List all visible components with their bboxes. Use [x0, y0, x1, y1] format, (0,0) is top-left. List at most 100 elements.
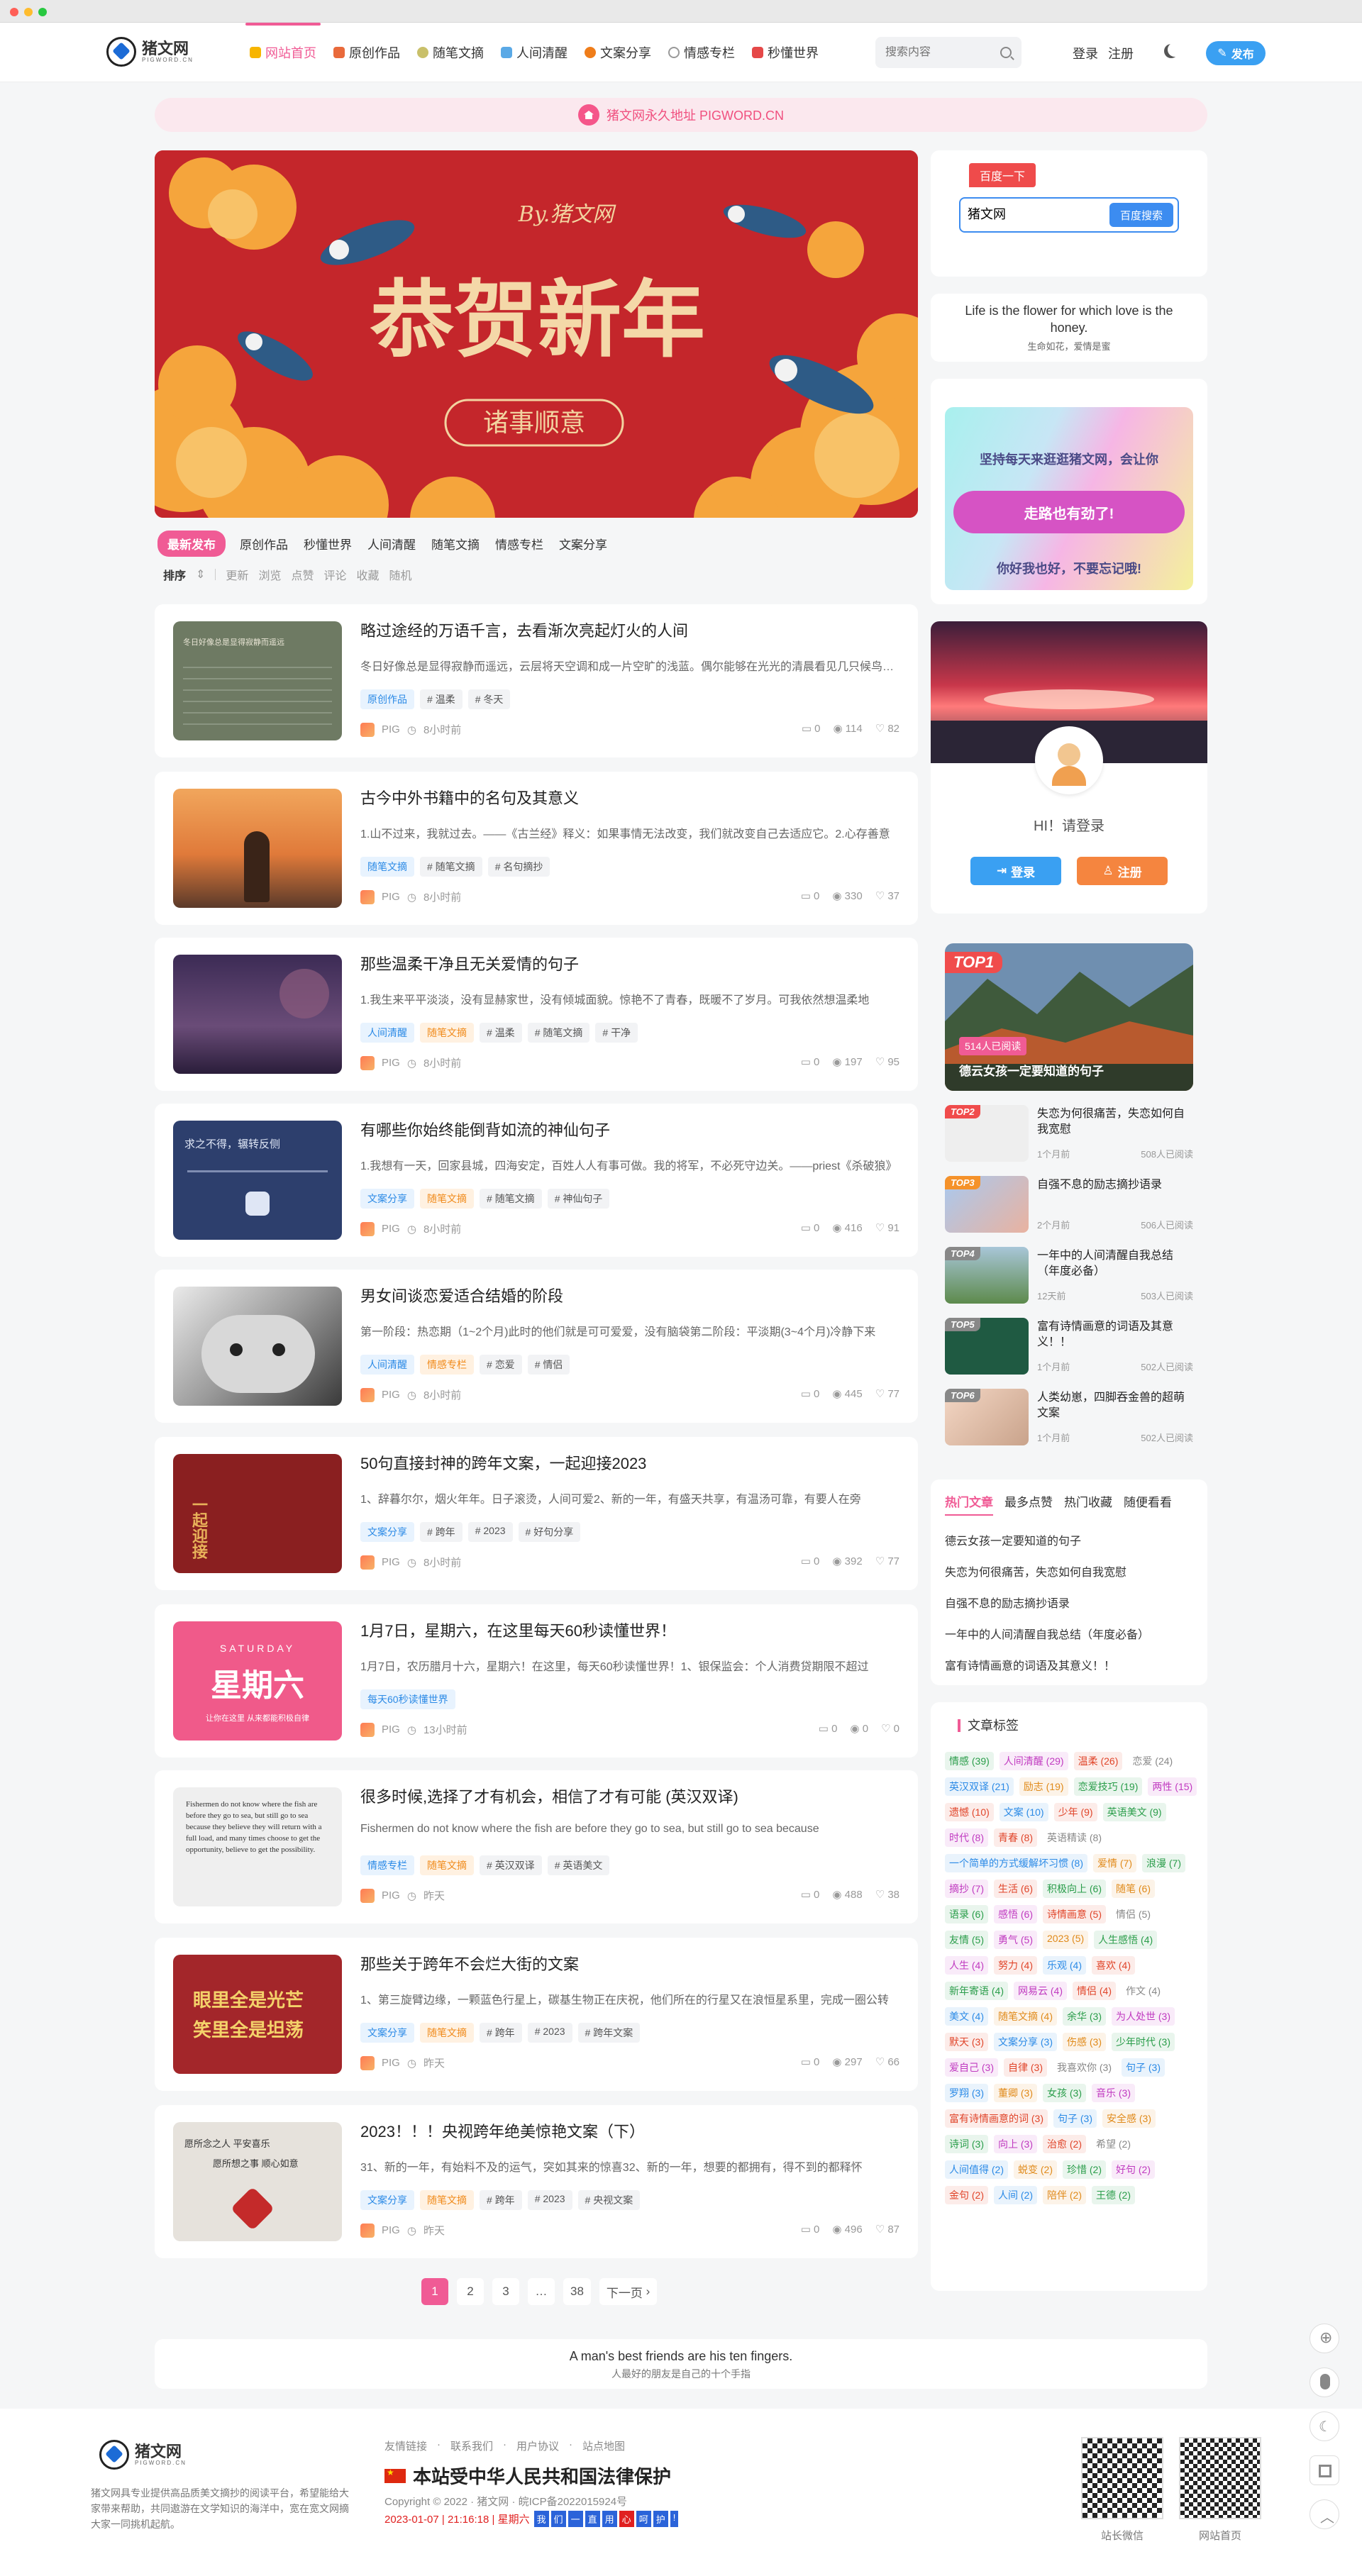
- category-tag[interactable]: 情感专栏: [420, 1355, 474, 1375]
- cat-latest[interactable]: 最新发布: [157, 531, 226, 557]
- footer-link[interactable]: 联系我们: [450, 2438, 493, 2453]
- author-avatar[interactable]: [360, 1888, 375, 1903]
- tag-cloud-item[interactable]: 两性 (15): [1148, 1777, 1197, 1796]
- author-name[interactable]: PIG: [382, 891, 400, 903]
- tab-likes[interactable]: 最多点赞: [1004, 1492, 1053, 1516]
- nav-original[interactable]: 原创作品: [333, 23, 400, 82]
- author-avatar[interactable]: [360, 889, 375, 904]
- nav-copy[interactable]: 文案分享: [585, 23, 651, 82]
- tag[interactable]: # 随笔文摘: [420, 857, 482, 877]
- post-thumbnail[interactable]: SATURDAY 星期六 让你在这里 从来都能积极自律: [173, 1621, 342, 1741]
- post-thumbnail[interactable]: [173, 1287, 342, 1406]
- tag-cloud-item[interactable]: 少年 (9): [1053, 1803, 1097, 1821]
- author-avatar[interactable]: [360, 1387, 375, 1402]
- post-card[interactable]: 冬日好像总是显得寂静而遥远 略过途经的万语千言，去看渐次亮起灯火的人间 冬日好像…: [155, 604, 918, 757]
- tag-cloud-item[interactable]: 诗词 (3): [945, 2135, 988, 2153]
- like-count[interactable]: ♡ 37: [875, 889, 899, 902]
- tag-cloud-item[interactable]: 英汉双译 (21): [945, 1777, 1014, 1796]
- post-thumbnail[interactable]: [173, 955, 342, 1074]
- tag-cloud-item[interactable]: 罗翔 (3): [945, 2084, 988, 2102]
- cat-sober[interactable]: 人间清醒: [366, 531, 417, 557]
- tab-hot[interactable]: 热门文章: [945, 1492, 993, 1516]
- hero-banner[interactable]: By.猪文网 恭贺新年 诸事顺意: [155, 150, 918, 518]
- cat-original[interactable]: 原创作品: [238, 531, 289, 557]
- page-2[interactable]: 2: [457, 2278, 484, 2305]
- post-card[interactable]: SATURDAY 星期六 让你在这里 从来都能积极自律 1月7日，星期六，在这里…: [155, 1604, 918, 1758]
- nav-emotion[interactable]: 情感专栏: [668, 23, 735, 82]
- post-title[interactable]: 1月7日，星期六，在这里每天60秒读懂世界！: [360, 1619, 676, 1641]
- sort-random[interactable]: 随机: [389, 566, 412, 583]
- tag-cloud-item[interactable]: 遗憾 (10): [945, 1803, 994, 1821]
- author-avatar[interactable]: [360, 2223, 375, 2238]
- tag[interactable]: # 随笔文摘: [527, 1023, 590, 1043]
- tag-cloud-item[interactable]: 安全感 (3): [1102, 2109, 1156, 2128]
- tag-cloud-item[interactable]: 努力 (4): [994, 1956, 1037, 1975]
- nav-sober[interactable]: 人间清醒: [501, 23, 568, 82]
- tag-cloud-item[interactable]: 女孩 (3): [1043, 2084, 1086, 2102]
- top-post-row[interactable]: TOP3 自强不息的励志摘抄语录 2个月前 506人已阅读: [945, 1176, 1193, 1236]
- tag-cloud-item[interactable]: 时代 (8): [945, 1828, 988, 1847]
- category-tag[interactable]: 随笔文摘: [420, 1023, 474, 1043]
- post-title[interactable]: 2023！！！央视跨年绝美惊艳文案（下）: [360, 2119, 645, 2142]
- post-card[interactable]: 眼里全是光芒 笑里全是坦荡 那些关于跨年不会烂大街的文案 1、第三旋臂边缘，一颗…: [155, 1938, 918, 2091]
- post-thumbnail[interactable]: Fishermen do not know where the fish are…: [173, 1787, 342, 1906]
- post-thumbnail[interactable]: 眼里全是光芒 笑里全是坦荡: [173, 1955, 342, 2074]
- tag-cloud-item[interactable]: 人生感悟 (4): [1094, 1931, 1158, 1949]
- top-post-row[interactable]: TOP5 富有诗情画意的词语及其意义！！ 1个月前 502人已阅读: [945, 1318, 1193, 1377]
- tag[interactable]: # 恋爱: [480, 1355, 522, 1375]
- notice-bar[interactable]: 猪文网永久地址 PIGWORD.CN: [155, 98, 1207, 132]
- qq-icon[interactable]: [1310, 2367, 1339, 2397]
- site-logo[interactable]: 猪文网 PIGWORD.CN: [106, 37, 194, 67]
- tag-cloud-item[interactable]: 自律 (3): [1004, 2058, 1047, 2077]
- tag-cloud-item[interactable]: 珍惜 (2): [1063, 2160, 1106, 2179]
- minimize-dot-icon[interactable]: [24, 8, 33, 16]
- footer-link[interactable]: 友情链接: [384, 2438, 427, 2453]
- sort-likes[interactable]: 点赞: [291, 566, 314, 583]
- tag-cloud-item[interactable]: 摘抄 (7): [945, 1880, 988, 1898]
- tag[interactable]: # 温柔: [420, 689, 463, 709]
- tag-cloud-item[interactable]: 生活 (6): [994, 1880, 1037, 1898]
- post-title[interactable]: 那些温柔干净且无关爱情的句子: [360, 952, 579, 975]
- like-count[interactable]: ♡ 0: [881, 1722, 899, 1735]
- tag-cloud-item[interactable]: 句子 (3): [1053, 2109, 1097, 2128]
- scroll-top-icon[interactable]: ︿: [1310, 2499, 1339, 2529]
- tag-cloud-item[interactable]: 随笔文摘 (4): [994, 2007, 1057, 2026]
- tag-cloud-item[interactable]: 恋爱 (24): [1128, 1752, 1177, 1770]
- tag[interactable]: # 2023: [467, 1522, 513, 1542]
- category-tag[interactable]: 每天60秒读懂世界: [360, 1689, 455, 1709]
- next-page-button[interactable]: 下一页 ›: [599, 2278, 658, 2305]
- tag[interactable]: # 英语美文: [547, 1855, 610, 1875]
- category-tag[interactable]: 人间清醒: [360, 1355, 414, 1375]
- tag[interactable]: # 冬天: [467, 689, 511, 709]
- tag-cloud-item[interactable]: 积极向上 (6): [1043, 1880, 1106, 1898]
- category-tag[interactable]: 随笔文摘: [420, 1189, 474, 1209]
- like-count[interactable]: ♡ 82: [875, 722, 899, 735]
- like-count[interactable]: ♡ 38: [875, 1888, 899, 1901]
- tag-cloud-item[interactable]: 希望 (2): [1092, 2135, 1135, 2153]
- post-card[interactable]: 愿所念之人 平安喜乐 愿所想之事 顺心如意 2023！！！央视跨年绝美惊艳文案（…: [155, 2105, 918, 2258]
- register-button[interactable]: ♙ 注册: [1077, 857, 1168, 885]
- author-name[interactable]: PIG: [382, 1723, 400, 1736]
- vip-button[interactable]: 走路也有劲了!: [953, 491, 1185, 533]
- tag-cloud-item[interactable]: 董卿 (3): [994, 2084, 1037, 2102]
- list-item[interactable]: 一年中的人间清醒自我总结（年度必备）: [945, 1620, 1149, 1651]
- author-avatar[interactable]: [360, 1722, 375, 1737]
- like-count[interactable]: ♡ 77: [875, 1387, 899, 1400]
- category-tag[interactable]: 随笔文摘: [420, 2190, 474, 2210]
- tag-cloud-item[interactable]: 友情 (5): [945, 1931, 988, 1949]
- search-input[interactable]: [885, 46, 992, 59]
- category-tag[interactable]: 随笔文摘: [360, 857, 414, 877]
- tag-cloud-item[interactable]: 情侣 (4): [1073, 1982, 1116, 2000]
- login-button[interactable]: ⇥ 登录: [970, 857, 1061, 885]
- top-post-row[interactable]: TOP6 人类幼崽，四脚吞金兽的超萌文案 1个月前 502人已阅读: [945, 1389, 1193, 1448]
- tag-cloud-item[interactable]: 爱自己 (3): [945, 2058, 998, 2077]
- post-card[interactable]: 男女间谈恋爱适合结婚的阶段 第一阶段：热恋期（1~2个月)此时的他们就是可可爱爱…: [155, 1270, 918, 1423]
- avatar[interactable]: [1035, 726, 1103, 794]
- tag-cloud-item[interactable]: 音乐 (3): [1092, 2084, 1135, 2102]
- tag-cloud-item[interactable]: 王德 (2): [1092, 2186, 1135, 2204]
- post-card[interactable]: 那些温柔干净且无关爱情的句子 1.我生来平平淡淡，没有显赫家世，没有倾城面貌。惊…: [155, 938, 918, 1091]
- tag-cloud-item[interactable]: 诗情画意 (5): [1043, 1905, 1106, 1923]
- nav-world[interactable]: 秒懂世界: [752, 23, 819, 82]
- tag-cloud-item[interactable]: 网易云 (4): [1014, 1982, 1067, 2000]
- category-tag[interactable]: 原创作品: [360, 689, 414, 709]
